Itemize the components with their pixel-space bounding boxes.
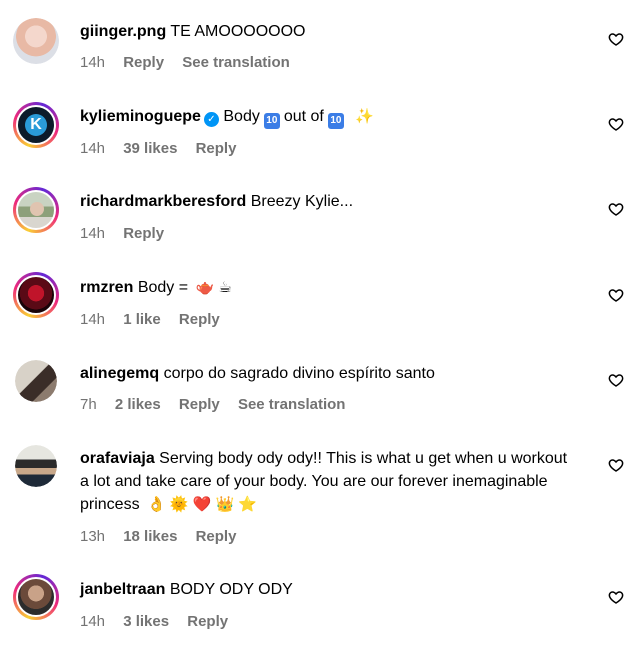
reply-button[interactable]: Reply	[179, 396, 220, 413]
comment-meta: 14h 1 like Reply	[80, 311, 234, 328]
comment-body: rmzren Body = 🫖 ☕	[80, 276, 580, 299]
username[interactable]: rmzren	[80, 279, 133, 296]
keycap-ten-emoji: 10	[263, 113, 280, 129]
username[interactable]: giinger.png	[80, 23, 166, 40]
comment-body: janbeltraan BODY ODY ODY	[80, 578, 580, 601]
comment-text: Body =	[137, 279, 189, 296]
comment-meta: 14h Reply See translation	[80, 54, 304, 71]
comment-meta: 14h 3 likes Reply	[80, 613, 242, 630]
comment-body: giinger.png TE AMOOOOOOO	[80, 20, 580, 43]
timestamp: 14h	[80, 311, 106, 328]
likes-count[interactable]: 1 like	[123, 311, 161, 328]
comment-meta: 7h 2 likes Reply See translation	[80, 396, 359, 413]
comment-body: alinegemq corpo do sagrado divino espíri…	[80, 362, 580, 385]
reply-button[interactable]: Reply	[187, 613, 228, 630]
timestamp: 14h	[80, 140, 106, 157]
sparkles-emoji: ✨	[355, 108, 375, 125]
likes-count[interactable]: 2 likes	[115, 396, 161, 413]
heart-outline-icon[interactable]	[608, 201, 624, 217]
comment-body: kylieminoguepe ✓ Body 10 out of 10 ✨	[80, 105, 580, 129]
username[interactable]: kylieminoguepe	[80, 108, 201, 125]
heart-outline-icon[interactable]	[608, 287, 624, 303]
see-translation-link[interactable]: See translation	[238, 396, 346, 413]
hand-sun-heart-crown-star-emoji: 👌 🌞 ❤️ 👑 ⭐	[147, 496, 258, 513]
comment-meta: 14h Reply	[80, 225, 178, 242]
avatar[interactable]	[13, 187, 59, 233]
see-translation-link[interactable]: See translation	[182, 54, 290, 71]
comment-text: Breezy Kylie...	[250, 193, 354, 210]
avatar[interactable]	[13, 574, 59, 620]
timestamp: 14h	[80, 225, 106, 242]
username[interactable]: janbeltraan	[80, 581, 165, 598]
reply-button[interactable]: Reply	[196, 140, 237, 157]
timestamp: 14h	[80, 613, 106, 630]
likes-count[interactable]: 18 likes	[123, 528, 177, 545]
heart-outline-icon[interactable]	[608, 116, 624, 132]
timestamp: 13h	[80, 528, 106, 545]
reply-button[interactable]: Reply	[123, 54, 164, 71]
username[interactable]: richardmarkberesford	[80, 193, 246, 210]
avatar[interactable]	[15, 360, 57, 402]
reply-button[interactable]: Reply	[196, 528, 237, 545]
heart-outline-icon[interactable]	[608, 457, 624, 473]
comment-text: BODY ODY ODY	[169, 581, 293, 598]
verified-badge-icon: ✓	[203, 112, 219, 127]
reply-button[interactable]: Reply	[179, 311, 220, 328]
heart-outline-icon[interactable]	[608, 589, 624, 605]
username[interactable]: orafaviaja	[80, 450, 155, 467]
avatar[interactable]	[13, 18, 59, 64]
timestamp: 14h	[80, 54, 106, 71]
comment-body: orafaviaja Serving body ody ody!! This i…	[80, 447, 575, 516]
comment-text-2: out of	[283, 108, 324, 125]
heart-outline-icon[interactable]	[608, 372, 624, 388]
teapot-coffee-emoji: 🫖 ☕	[195, 279, 232, 296]
likes-count[interactable]: 39 likes	[123, 140, 177, 157]
timestamp: 7h	[80, 396, 97, 413]
avatar[interactable]	[15, 445, 57, 487]
avatar[interactable]	[13, 272, 59, 318]
keycap-ten-emoji: 10	[327, 113, 344, 129]
comment-meta: 14h 39 likes Reply	[80, 140, 250, 157]
comment-text: TE AMOOOOOOO	[170, 23, 306, 40]
comment-meta: 13h 18 likes Reply	[80, 528, 250, 545]
reply-button[interactable]: Reply	[123, 225, 164, 242]
heart-outline-icon[interactable]	[608, 31, 624, 47]
avatar[interactable]: K	[13, 102, 59, 148]
comment-body: richardmarkberesford Breezy Kylie...	[80, 190, 580, 213]
likes-count[interactable]: 3 likes	[123, 613, 169, 630]
username[interactable]: alinegemq	[80, 365, 159, 382]
comment-text: corpo do sagrado divino espírito santo	[163, 365, 435, 382]
comment-text: Body	[223, 108, 260, 125]
